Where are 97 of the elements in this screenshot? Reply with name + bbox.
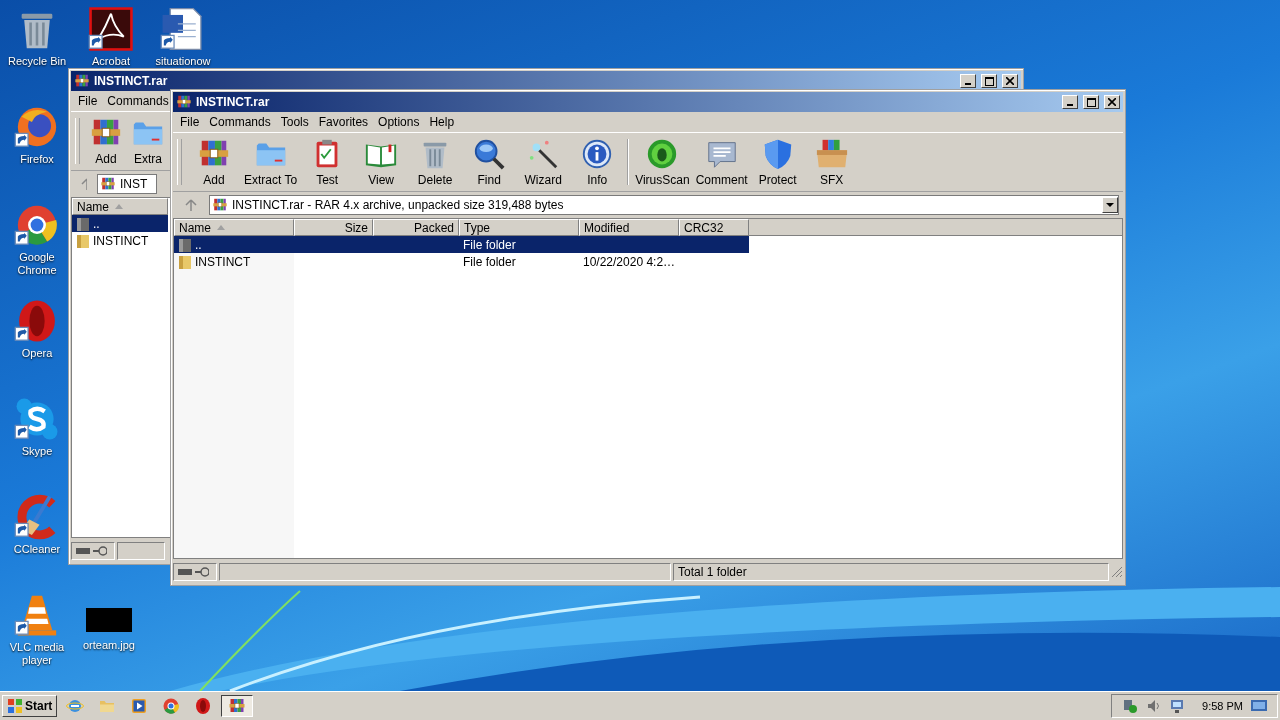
play-icon xyxy=(130,697,149,715)
ring-icon xyxy=(194,697,213,715)
desktop-icon-label[interactable]: VLC media player xyxy=(4,641,70,667)
file-row[interactable]: .. xyxy=(72,215,168,232)
document-icon xyxy=(88,6,134,52)
folder-icon xyxy=(76,232,90,249)
toolbar-button[interactable]: Test xyxy=(301,137,354,187)
status-text: Total 1 folder xyxy=(678,565,747,579)
folder-icon xyxy=(178,236,192,253)
key-icon xyxy=(195,567,209,577)
desktop-icon-label[interactable]: Acrobat xyxy=(92,55,130,68)
menu-item[interactable]: Tools xyxy=(275,115,314,129)
resize-grip-icon xyxy=(1111,566,1123,578)
close-icon xyxy=(1006,77,1014,85)
toolbar-button[interactable]: Info xyxy=(571,137,624,187)
menu-item[interactable]: File xyxy=(175,115,205,129)
close-icon xyxy=(1108,98,1116,106)
file-name: INSTINCT xyxy=(93,233,149,248)
file-name: .. xyxy=(195,237,202,252)
caret-icon xyxy=(1106,202,1114,208)
desktop-icon-label[interactable]: Firefox xyxy=(20,153,54,166)
toolbar-button[interactable]: Find xyxy=(463,137,516,187)
toolbar-button[interactable]: SFX xyxy=(805,137,858,187)
toolbar-button[interactable]: Protect xyxy=(751,137,804,187)
column-header[interactable]: Packed xyxy=(373,219,459,236)
column-header[interactable]: Modified xyxy=(579,219,679,236)
toolbar-button[interactable]: Extra xyxy=(128,116,168,166)
column-header[interactable]: Size xyxy=(294,219,373,236)
image-thumbnail xyxy=(86,608,132,632)
menu-item[interactable]: File xyxy=(73,94,103,108)
close-button[interactable] xyxy=(1002,74,1018,88)
toolbar-button[interactable]: Delete xyxy=(409,137,462,187)
search-icon xyxy=(472,137,507,171)
folder-icon xyxy=(76,215,90,232)
status-panel xyxy=(117,542,165,560)
desktop-icon-label[interactable]: situationow xyxy=(155,55,211,68)
drive-icon xyxy=(178,568,192,576)
window-title: INSTINCT.rar xyxy=(196,95,271,109)
sort-arrow-icon xyxy=(115,204,123,209)
menu-item[interactable]: Commands xyxy=(102,94,174,108)
maximize-button[interactable] xyxy=(1083,95,1099,109)
toolbar-button[interactable]: Wizard xyxy=(517,137,570,187)
show-desktop-icon[interactable] xyxy=(1251,699,1267,713)
column-header[interactable]: Type xyxy=(459,219,579,236)
file-row[interactable]: INSTINCT xyxy=(72,232,168,249)
dropdown-button[interactable] xyxy=(1102,197,1118,213)
toolbar-button[interactable]: VirusScan xyxy=(633,137,692,187)
key-icon xyxy=(93,546,107,556)
globe-icon xyxy=(162,697,181,715)
address-field[interactable]: INSTINCT.rar - RAR 4.x archive, unpacked size 319,488 bytes xyxy=(209,195,1119,215)
menu-item[interactable]: Options xyxy=(373,115,425,129)
close-button[interactable] xyxy=(1104,95,1120,109)
cloud-icon xyxy=(14,396,60,442)
sort-arrow-icon xyxy=(217,225,225,230)
desktop-icon-label[interactable]: Recycle Bin xyxy=(7,55,67,68)
browser-icon xyxy=(66,697,85,715)
up-arrow-icon xyxy=(185,199,197,211)
up-arrow-icon xyxy=(81,178,87,190)
toolbar-button[interactable]: Comment xyxy=(693,137,750,187)
menu-item[interactable]: Favorites xyxy=(313,115,374,129)
maximize-button[interactable] xyxy=(981,74,997,88)
windows-logo-icon xyxy=(7,698,23,714)
column-header[interactable]: Name xyxy=(72,198,168,215)
start-button[interactable]: Start xyxy=(2,695,58,717)
desktop-icon-label[interactable]: Skype xyxy=(21,445,53,458)
table-cell: File folder xyxy=(463,237,516,252)
archive-icon xyxy=(228,697,247,715)
toolbar-button[interactable]: Add xyxy=(188,137,240,187)
file-row[interactable]: .. File folder xyxy=(174,236,749,253)
maximize-icon xyxy=(984,76,994,86)
desktop-icon-label[interactable]: Opera xyxy=(21,347,53,360)
toolbar-button[interactable]: Extract To xyxy=(242,137,300,187)
table-cell: 10/22/2020 4:2… xyxy=(583,254,676,269)
archive-icon xyxy=(212,197,228,213)
archive-icon xyxy=(74,73,90,89)
clock[interactable]: 9:58 PM xyxy=(1202,700,1243,712)
menu-item[interactable]: Help xyxy=(424,115,460,129)
toolbar-button[interactable]: View xyxy=(355,137,408,187)
file-name: .. xyxy=(93,216,100,231)
minimize-button[interactable] xyxy=(960,74,976,88)
desktop-icon-label[interactable]: Google Chrome xyxy=(4,251,70,277)
archive-icon xyxy=(100,176,116,192)
address-field[interactable]: INST xyxy=(97,174,157,194)
desktop-icon-label[interactable]: CCleaner xyxy=(13,543,61,556)
taskbar-button[interactable] xyxy=(221,695,254,717)
archive-icon xyxy=(176,94,192,110)
toolbar-button[interactable]: Add xyxy=(86,116,126,166)
menu-item[interactable]: Commands xyxy=(204,115,276,129)
table-cell: File folder xyxy=(463,254,516,269)
file-row[interactable]: INSTINCT File folder 10/22/2020 4:2… xyxy=(174,253,749,270)
window-title: INSTINCT.rar xyxy=(94,74,169,88)
file-name: INSTINCT xyxy=(195,254,251,269)
column-header[interactable]: CRC32 xyxy=(679,219,749,236)
minimize-button[interactable] xyxy=(1062,95,1078,109)
maximize-icon xyxy=(1086,97,1096,107)
column-header[interactable]: Name xyxy=(174,219,294,236)
drive-icon xyxy=(76,547,90,555)
